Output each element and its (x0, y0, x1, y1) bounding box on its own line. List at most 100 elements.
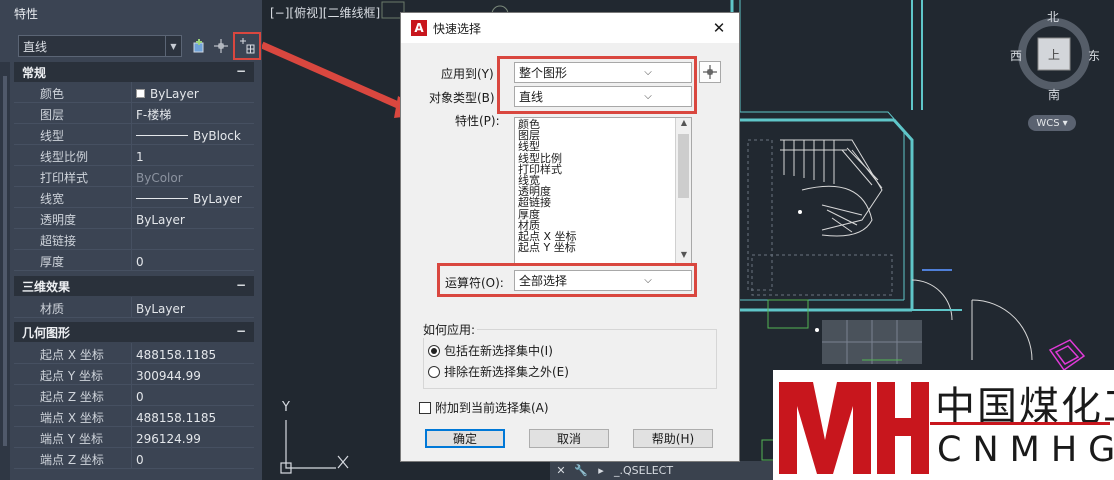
compass-east[interactable]: 东 (1088, 47, 1100, 64)
property-value[interactable]: ByColor (132, 166, 254, 186)
wcs-menu[interactable]: WCS ▾ (1028, 115, 1076, 131)
property-value[interactable]: ByLayer (132, 297, 254, 317)
palette-side-strip[interactable] (0, 62, 10, 480)
quick-select-button[interactable] (233, 32, 261, 60)
property-row[interactable]: 颜色 ByLayer (14, 82, 254, 103)
property-key: 起点 Z 坐标 (14, 385, 132, 405)
compass-north[interactable]: 北 (1047, 8, 1059, 25)
cancel-button[interactable]: 取消 (529, 429, 609, 448)
property-value[interactable]: 0 (132, 385, 254, 405)
list-item[interactable]: 起点 Y 坐标 (518, 242, 676, 253)
compass-west[interactable]: 西 (1010, 47, 1022, 64)
append-checkbox[interactable]: 附加到当前选择集(A) (419, 399, 549, 416)
property-value[interactable]: 296124.99 (132, 427, 254, 447)
scroll-thumb[interactable] (678, 134, 689, 198)
property-key: 端点 X 坐标 (14, 406, 132, 426)
exclude-radio[interactable]: 排除在新选择集之外(E) (428, 363, 569, 380)
radio-dot (431, 347, 437, 354)
object-type-value: 直线 (23, 39, 48, 54)
property-value[interactable] (132, 229, 254, 249)
property-value[interactable]: 0 (132, 448, 254, 468)
list-item[interactable]: 颜色 (518, 119, 676, 130)
dialog-titlebar[interactable]: A 快速选择 ✕ (401, 13, 739, 43)
property-key: 线型 (14, 124, 132, 144)
list-item[interactable]: 线型 (518, 141, 676, 152)
toggle-pickadd-button[interactable] (188, 35, 210, 57)
property-key: 线型比例 (14, 145, 132, 165)
property-value[interactable]: ByLayer (132, 82, 254, 102)
property-row[interactable]: 超链接 (14, 229, 254, 250)
object-type-dropdown[interactable]: 直线 ⌵ (514, 86, 692, 107)
command-text: _.QSELECT (614, 464, 674, 477)
dialog-title: 快速选择 (433, 21, 482, 36)
property-value[interactable]: 1 (132, 145, 254, 165)
operator-dropdown[interactable]: 全部选择 ⌵ (514, 270, 692, 291)
select-objects-button[interactable] (210, 35, 232, 57)
property-value[interactable]: ByLayer (132, 187, 254, 207)
property-row[interactable]: 端点 Z 坐标 0 (14, 448, 254, 469)
ucs-y-label: Y (282, 400, 290, 415)
operator-value: 全部选择 (519, 274, 568, 288)
help-button[interactable]: 帮助(H) (633, 429, 713, 448)
property-row[interactable]: 厚度 0 (14, 250, 254, 271)
view-cube-face[interactable]: 上 (1048, 46, 1060, 63)
section-geometry[interactable]: 几何图形 − (14, 322, 254, 342)
property-key: 颜色 (14, 82, 132, 102)
property-row[interactable]: 透明度 ByLayer (14, 208, 254, 229)
property-value[interactable]: 0 (132, 250, 254, 270)
list-item[interactable]: 超链接 (518, 197, 676, 208)
close-button[interactable]: ✕ (699, 19, 739, 37)
property-value[interactable]: 300944.99 (132, 364, 254, 384)
object-type-label: 对象类型(B) (429, 91, 495, 105)
section-general[interactable]: 常规 − (14, 62, 254, 82)
property-row[interactable]: 起点 Z 坐标 0 (14, 385, 254, 406)
select-objects-button[interactable] (699, 61, 721, 83)
scroll-down-icon[interactable]: ▼ (676, 250, 691, 264)
apply-to-dropdown[interactable]: 整个图形 ⌵ (514, 62, 692, 83)
property-key: 线宽 (14, 187, 132, 207)
section-title: 常规 (22, 66, 47, 80)
property-row[interactable]: 图层 F-楼梯 (14, 103, 254, 124)
property-row[interactable]: 起点 Y 坐标 300944.99 (14, 364, 254, 385)
watermark-divider (930, 422, 1110, 425)
property-row[interactable]: 材质 ByLayer (14, 297, 254, 318)
property-row[interactable]: 线宽 ByLayer (14, 187, 254, 208)
palette-toolbar: 直线 ▼ (0, 32, 262, 60)
property-value[interactable]: ByBlock (132, 124, 254, 144)
command-line[interactable]: ✕ 🔧 ▸ _.QSELECT (550, 461, 790, 480)
crosshair-icon (214, 39, 228, 53)
property-row[interactable]: 线型 ByBlock (14, 124, 254, 145)
property-row[interactable]: 打印样式 ByColor (14, 166, 254, 187)
object-type-value: 直线 (519, 90, 544, 104)
list-item[interactable]: 厚度 (518, 208, 676, 220)
property-key: 起点 Y 坐标 (14, 364, 132, 384)
ok-button[interactable]: 确定 (425, 429, 505, 448)
palette-scroll-thumb[interactable] (3, 76, 7, 446)
property-row[interactable]: 端点 Y 坐标 296124.99 (14, 427, 254, 448)
property-key: 透明度 (14, 208, 132, 228)
property-row[interactable]: 起点 X 坐标 488158.1185 (14, 343, 254, 364)
scroll-up-icon[interactable]: ▲ (676, 118, 691, 132)
include-radio[interactable]: 包括在新选择集中(I) (428, 342, 553, 359)
property-value[interactable]: 488158.1185 (132, 406, 254, 426)
property-value[interactable]: 488158.1185 (132, 343, 254, 363)
collapse-icon[interactable]: − (236, 324, 246, 340)
list-item[interactable]: 图层 (518, 130, 676, 141)
section-3d-effects[interactable]: 三维效果 − (14, 276, 254, 296)
property-row[interactable]: 线型比例 1 (14, 145, 254, 166)
list-scrollbar[interactable]: ▲ ▼ (675, 118, 691, 264)
object-type-dropdown[interactable]: 直线 ▼ (18, 35, 182, 57)
watermark-logo (779, 382, 929, 474)
collapse-icon[interactable]: − (236, 278, 246, 294)
property-key: 端点 Z 坐标 (14, 448, 132, 468)
viewport-controls-label[interactable]: [−][俯视][二维线框] (270, 4, 380, 21)
property-row[interactable]: 端点 X 坐标 488158.1185 (14, 406, 254, 427)
list-item[interactable]: 打印样式 (518, 164, 676, 175)
compass-south[interactable]: 南 (1048, 86, 1060, 103)
property-value[interactable]: ByLayer (132, 208, 254, 228)
properties-listbox[interactable]: 颜色 图层 线型 线型比例 打印样式 线宽 透明度 超链接 厚度 材质 起点 X… (514, 117, 692, 265)
close-icon[interactable]: ✕ (554, 464, 568, 478)
wrench-icon[interactable]: 🔧 (574, 464, 588, 478)
collapse-icon[interactable]: − (236, 64, 246, 80)
property-value[interactable]: F-楼梯 (132, 103, 254, 123)
